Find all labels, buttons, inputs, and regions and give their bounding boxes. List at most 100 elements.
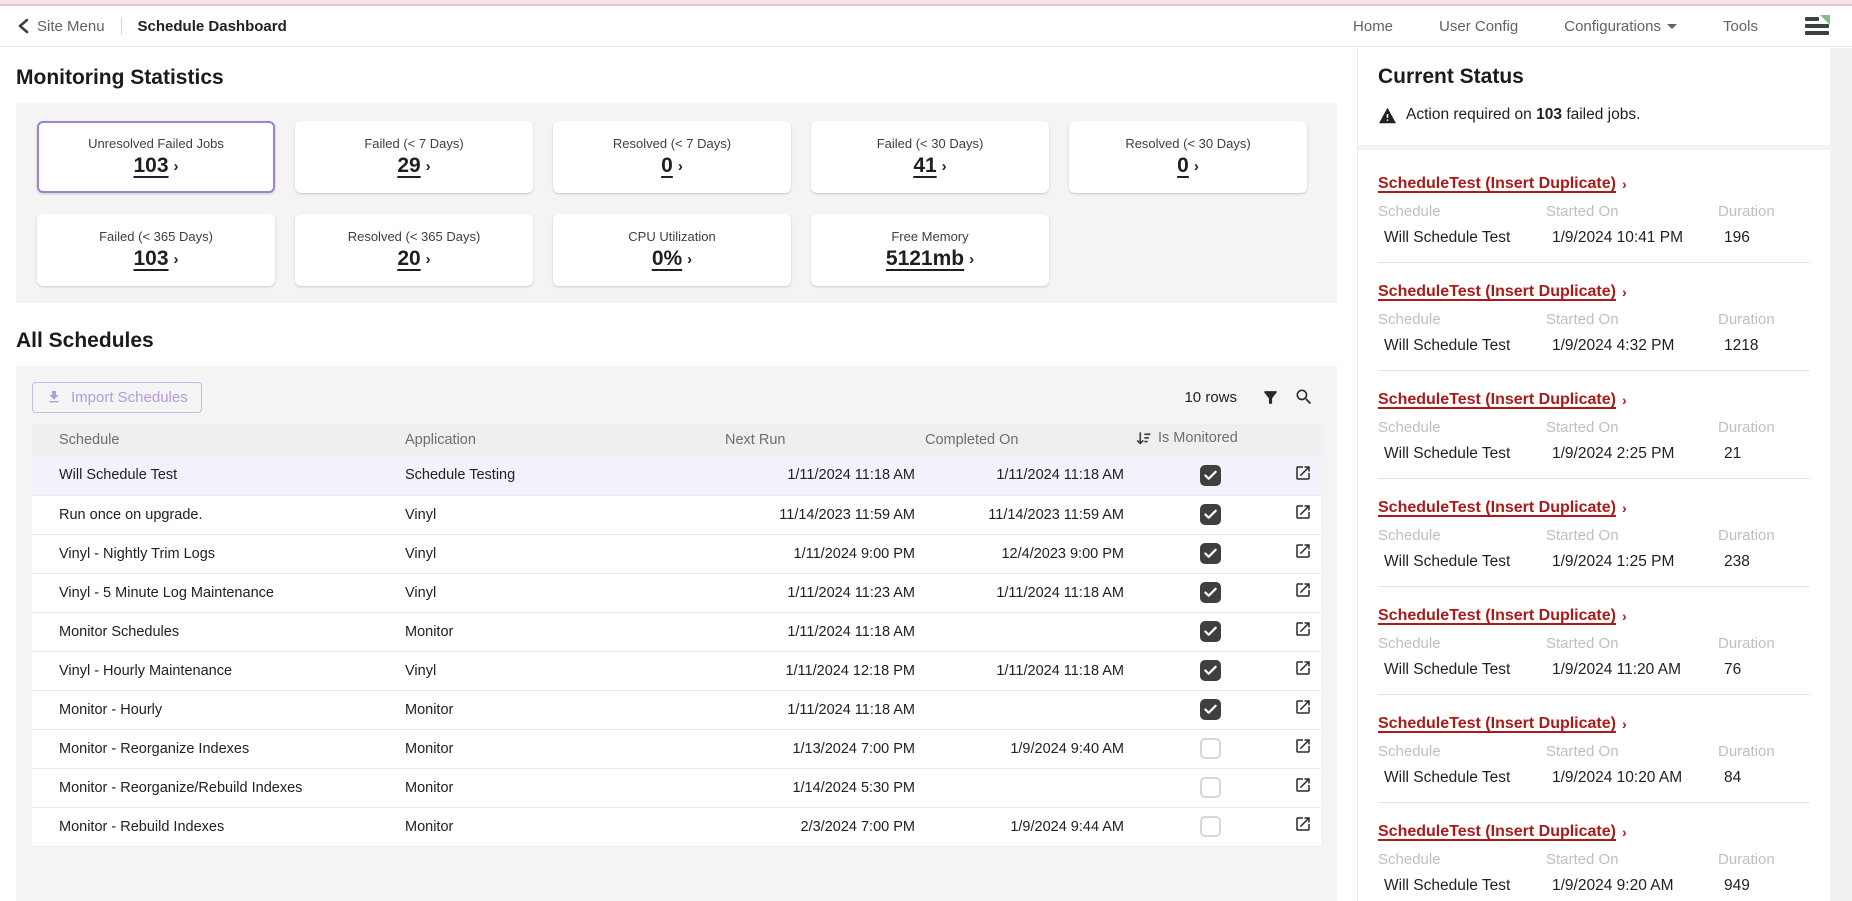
nav-link-user-config[interactable]: User Config [1439,18,1518,35]
open-in-new-icon[interactable] [1294,542,1312,560]
nav-link-configurations[interactable]: Configurations [1564,18,1677,35]
cell-schedule: Monitor - Rebuild Indexes [32,807,405,846]
chevron-right-icon: › [1622,824,1627,840]
schedule-test-link[interactable]: ScheduleTest (Insert Duplicate) › [1378,391,1627,409]
nav-link-tools[interactable]: Tools [1723,18,1758,35]
chevron-left-icon [16,18,29,34]
entry-schedule: Will Schedule Test [1378,877,1546,895]
cell-schedule: Monitor Schedules [32,612,405,651]
entry-duration: 84 [1718,769,1810,787]
stat-cards: Unresolved Failed Jobs 103 › Failed (< 7… [37,121,1313,286]
open-in-new-icon[interactable] [1294,503,1312,521]
monitored-checkbox[interactable] [1200,816,1221,837]
table-row[interactable]: Will Schedule Test Schedule Testing 1/11… [32,456,1321,495]
cell-completed-on: 1/11/2024 11:18 AM [925,456,1135,495]
table-row[interactable]: Vinyl - Hourly Maintenance Vinyl 1/11/20… [32,651,1321,690]
table-row[interactable]: Monitor - Reorganize/Rebuild Indexes Mon… [32,768,1321,807]
column-header-application[interactable]: Application [405,424,725,456]
chevron-right-icon: › [687,251,692,268]
stat-card-value-link[interactable]: 5121mb › [886,247,974,271]
monitored-checkbox[interactable] [1200,777,1221,798]
cell-next-run: 1/11/2024 12:18 PM [725,651,925,690]
table-row[interactable]: Vinyl - Nightly Trim Logs Vinyl 1/11/202… [32,534,1321,573]
failed-job-entry: ScheduleTest (Insert Duplicate) › Schedu… [1378,823,1810,901]
schedule-test-link[interactable]: ScheduleTest (Insert Duplicate) › [1378,283,1627,301]
table-row[interactable]: Monitor - Hourly Monitor 1/11/2024 11:18… [32,690,1321,729]
monitored-checkbox[interactable] [1200,543,1221,564]
filter-icon[interactable] [1253,380,1287,414]
column-header-schedule[interactable]: Schedule [32,424,405,456]
cell-application: Vinyl [405,534,725,573]
entry-started-on: 1/9/2024 9:20 AM [1546,877,1718,895]
entry-header-row: Schedule Started On Duration [1378,311,1810,328]
schedule-test-link[interactable]: ScheduleTest (Insert Duplicate) › [1378,499,1627,517]
column-header-completed-on[interactable]: Completed On [925,424,1135,456]
table-row[interactable]: Run once on upgrade. Vinyl 11/14/2023 11… [32,495,1321,534]
column-header-is-monitored[interactable]: Is Monitored [1135,424,1285,456]
cell-completed-on: 11/14/2023 11:59 AM [925,495,1135,534]
schedule-test-link[interactable]: ScheduleTest (Insert Duplicate) › [1378,175,1627,193]
monitored-checkbox[interactable] [1200,504,1221,525]
stat-card-value-link[interactable]: 20 › [397,247,430,271]
app-logo-icon[interactable] [1804,15,1830,37]
stats-panel: Unresolved Failed Jobs 103 › Failed (< 7… [16,103,1337,303]
stat-card: Free Memory 5121mb › [811,214,1049,286]
monitored-checkbox[interactable] [1200,660,1221,681]
cell-next-run: 1/14/2024 5:30 PM [725,768,925,807]
stat-card-value-link[interactable]: 103 › [133,154,178,178]
open-in-new-icon[interactable] [1294,737,1312,755]
stat-card-value-link[interactable]: 103 › [133,247,178,271]
site-menu-back-button[interactable]: Site Menu [16,18,105,35]
open-in-new-icon[interactable] [1294,659,1312,677]
table-row[interactable]: Monitor - Rebuild Indexes Monitor 2/3/20… [32,807,1321,846]
entry-header-row: Schedule Started On Duration [1378,203,1810,220]
stat-card: Failed (< 365 Days) 103 › [37,214,275,286]
open-in-new-icon[interactable] [1294,776,1312,794]
site-menu-label: Site Menu [37,18,105,35]
schedule-test-link[interactable]: ScheduleTest (Insert Duplicate) › [1378,607,1627,625]
table-row[interactable]: Vinyl - 5 Minute Log Maintenance Vinyl 1… [32,573,1321,612]
monitored-checkbox[interactable] [1200,465,1221,486]
cell-next-run: 2/3/2024 7:00 PM [725,807,925,846]
cell-next-run: 11/14/2023 11:59 AM [725,495,925,534]
entry-duration: 76 [1718,661,1810,679]
stat-card-value-link[interactable]: 0% › [652,247,692,271]
monitored-checkbox[interactable] [1200,582,1221,603]
entry-header-row: Schedule Started On Duration [1378,743,1810,760]
stat-card-value-link[interactable]: 41 › [913,154,946,178]
chevron-right-icon: › [426,158,431,175]
entry-value-row: Will Schedule Test 1/9/2024 2:25 PM 21 [1378,445,1810,463]
open-in-new-icon[interactable] [1294,620,1312,638]
schedule-test-link[interactable]: ScheduleTest (Insert Duplicate) › [1378,823,1627,841]
cell-next-run: 1/11/2024 11:18 AM [725,612,925,651]
cell-application: Monitor [405,729,725,768]
nav-link-home[interactable]: Home [1353,18,1393,35]
warning-icon [1378,107,1397,124]
stat-card-value-link[interactable]: 0 › [661,154,683,178]
open-in-new-icon[interactable] [1294,581,1312,599]
monitored-checkbox[interactable] [1200,738,1221,759]
column-header-next-run[interactable]: Next Run [725,424,925,456]
open-in-new-icon[interactable] [1294,815,1312,833]
monitored-checkbox[interactable] [1200,621,1221,642]
cell-schedule: Run once on upgrade. [32,495,405,534]
search-icon[interactable] [1287,380,1321,414]
table-row[interactable]: Monitor Schedules Monitor 1/11/2024 11:1… [32,612,1321,651]
stat-card-label: Failed (< 30 Days) [877,136,984,151]
schedules-table-body: Will Schedule Test Schedule Testing 1/11… [32,456,1321,846]
schedules-toolbar: Import Schedules 10 rows [32,380,1321,414]
import-schedules-button[interactable]: Import Schedules [32,382,202,413]
stat-card-value-link[interactable]: 29 › [397,154,430,178]
chevron-down-icon [1667,24,1677,29]
stat-card-value-link[interactable]: 0 › [1177,154,1199,178]
monitoring-statistics-title: Monitoring Statistics [16,66,1357,90]
cell-next-run: 1/11/2024 11:18 AM [725,456,925,495]
open-in-new-icon[interactable] [1294,464,1312,482]
cell-schedule: Monitor - Reorganize Indexes [32,729,405,768]
schedule-test-link[interactable]: ScheduleTest (Insert Duplicate) › [1378,715,1627,733]
stat-card: Resolved (< 30 Days) 0 › [1069,121,1307,193]
monitored-checkbox[interactable] [1200,699,1221,720]
scrollbar-track[interactable] [1830,48,1852,901]
open-in-new-icon[interactable] [1294,698,1312,716]
table-row[interactable]: Monitor - Reorganize Indexes Monitor 1/1… [32,729,1321,768]
